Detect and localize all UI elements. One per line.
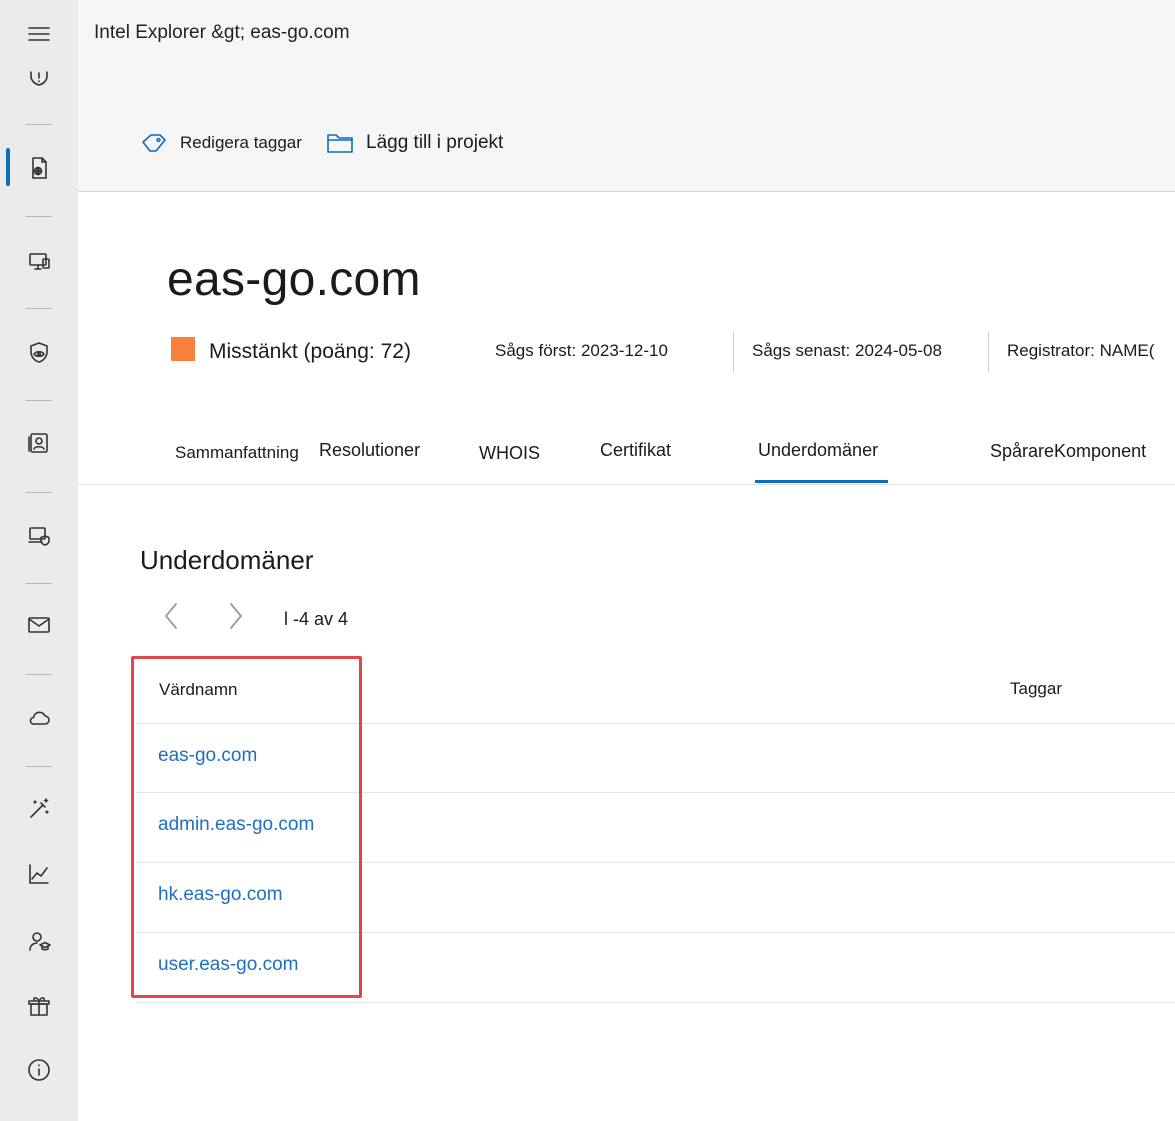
left-nav-rail [0, 0, 78, 1121]
registrar: Registrator: NAME( [1007, 341, 1155, 360]
magic-wand-icon[interactable] [20, 790, 58, 828]
cloud-icon[interactable] [20, 699, 58, 737]
row-divider [136, 1002, 1175, 1003]
breadcrumb[interactable]: Intel Explorer &gt; eas-go.com [94, 22, 350, 44]
tab-certificates[interactable]: Certifikat [600, 440, 671, 461]
severity-text: Misstänkt (poäng: 72) [209, 340, 411, 364]
shield-alert-icon[interactable] [20, 57, 58, 95]
tab-whois[interactable]: WHOIS [479, 443, 540, 464]
active-tab-indicator [755, 480, 888, 483]
page-title: eas-go.com [167, 253, 421, 306]
analytics-chart-icon[interactable] [20, 855, 58, 893]
chevron-left-icon [165, 603, 177, 629]
last-seen: Sågs senast: 2024-05-08 [752, 341, 942, 360]
active-nav-indicator [6, 148, 10, 186]
add-to-project-label: Lägg till i projekt [366, 132, 504, 153]
previous-page-button[interactable] [156, 600, 186, 632]
command-bar: Redigera taggar Lägg till i projekt [78, 90, 1175, 192]
pagination-status: l -4 av 4 [284, 609, 349, 629]
tab-resolutions[interactable]: Resolutioner [319, 440, 420, 461]
chevron-right-icon [230, 603, 242, 629]
edit-tags-label: Redigera taggar [180, 133, 302, 152]
identity-card-icon[interactable] [20, 424, 58, 462]
edit-tags-button[interactable]: Redigera taggar [140, 132, 302, 154]
info-icon[interactable] [20, 1051, 58, 1089]
folder-icon [327, 134, 353, 153]
breadcrumb-bar: Intel Explorer &gt; eas-go.com [78, 0, 1175, 90]
gift-box-icon[interactable] [20, 987, 58, 1025]
tab-summary[interactable]: Sammanfattning [175, 443, 299, 463]
severity-score: (poäng: 72) [303, 340, 411, 363]
tabs-divider [78, 484, 1175, 485]
hamburger-menu-icon[interactable] [20, 15, 58, 53]
severity-indicator [171, 337, 195, 361]
section-title: Underdomäner [140, 545, 314, 575]
add-to-project-button[interactable]: Lägg till i projekt [326, 132, 503, 154]
meta-divider [988, 331, 989, 373]
tab-tracker-component[interactable]: SpårareKomponent [990, 441, 1146, 462]
mail-icon[interactable] [20, 606, 58, 644]
first-seen: Sågs först: 2023-12-10 [495, 341, 668, 360]
shield-eye-icon[interactable] [20, 334, 58, 372]
tag-icon [142, 134, 166, 152]
threat-intel-document-icon[interactable] [20, 149, 58, 187]
meta-divider [733, 331, 734, 373]
column-header-tags[interactable]: Taggar [1010, 679, 1062, 699]
user-learning-icon[interactable] [20, 922, 58, 960]
device-shield-icon[interactable] [20, 517, 58, 555]
highlight-box [131, 656, 362, 998]
devices-icon[interactable] [20, 242, 58, 280]
next-page-button[interactable] [221, 600, 251, 632]
tab-subdomains[interactable]: Underdomäner [758, 440, 878, 461]
severity-label: Misstänkt [209, 340, 298, 363]
